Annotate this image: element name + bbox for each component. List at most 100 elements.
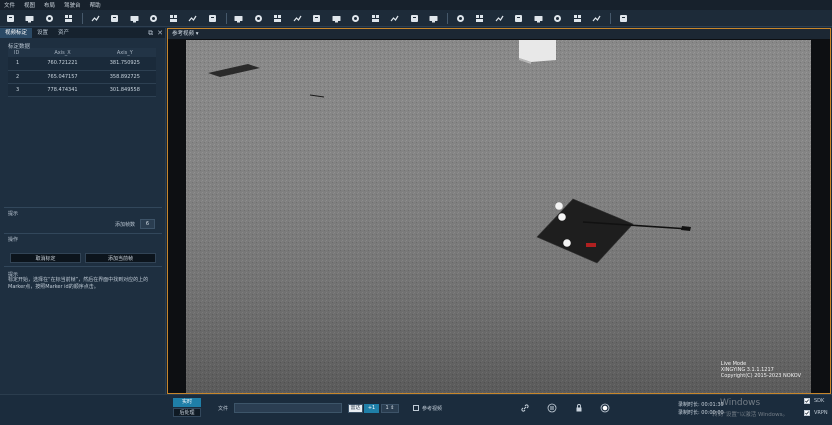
film-icon[interactable] <box>167 12 179 24</box>
list-icon[interactable] <box>617 12 629 24</box>
window-icon[interactable] <box>389 12 401 24</box>
table-header-row: ID Axis_X Axis_Y <box>8 48 156 57</box>
device-icon[interactable] <box>148 12 160 24</box>
record-icon[interactable] <box>474 12 486 24</box>
globe-icon[interactable] <box>493 12 505 24</box>
toolbar-separator <box>610 12 611 24</box>
window-icon[interactable] <box>272 12 284 24</box>
toolbar <box>0 10 832 27</box>
operations-title: 操作 <box>8 237 19 243</box>
reference-video-dropdown[interactable]: 参考视频 ▾ <box>168 29 830 39</box>
vrpn-checkbox[interactable] <box>804 410 810 416</box>
save-as-icon[interactable] <box>63 12 75 24</box>
menu-help[interactable]: 帮助 <box>90 1 101 9</box>
menu-layout[interactable]: 布局 <box>44 1 55 9</box>
stack-icon[interactable] <box>206 12 218 24</box>
cell-axis-y: 301.849558 <box>93 83 156 97</box>
folder-icon[interactable] <box>591 12 603 24</box>
cell-axis-y: 358.892725 <box>93 70 156 84</box>
divider <box>4 266 162 267</box>
link-icon[interactable] <box>520 403 530 413</box>
calibration-table: ID Axis_X Axis_Y 1 760.721221 381.750925… <box>8 48 156 97</box>
sdk-label: SDK <box>814 398 825 404</box>
calibration-data-title: 标定数据 <box>8 44 31 50</box>
window-icon[interactable] <box>311 12 323 24</box>
open-file-icon[interactable] <box>24 12 36 24</box>
window-icon[interactable] <box>428 12 440 24</box>
toolbar-separator <box>447 12 448 24</box>
monitor-icon[interactable] <box>233 12 245 24</box>
cell-id: 2 <box>8 70 32 84</box>
cell-id: 3 <box>8 83 32 97</box>
bar-chart-icon[interactable] <box>552 12 564 24</box>
add-current-frame-button[interactable]: 添加当前帧 <box>85 253 156 263</box>
reference-video-checkbox[interactable] <box>413 405 419 411</box>
record-button[interactable]: 雷达 <box>348 404 363 413</box>
table-row[interactable]: 1 760.721221 381.750925 <box>8 57 156 71</box>
lock-icon[interactable] <box>574 403 584 413</box>
col-axis-x: Axis_X <box>31 48 94 57</box>
table-row[interactable]: 2 765.047157 358.892725 <box>8 70 156 84</box>
frame-value: 1 <box>385 405 389 411</box>
live-mode-watermark: Live Mode XINGYING 3.1.1.1217 Copyright(… <box>721 361 801 379</box>
save-icon[interactable] <box>43 12 55 24</box>
vrpn-label: VRPN <box>814 410 828 416</box>
tab-assets[interactable]: 资产 <box>53 28 74 38</box>
video-viewer: 参考视频 ▾ Live Mode XINGYING 3.1.1.1217 Cop… <box>167 28 831 394</box>
sdk-checkbox[interactable] <box>804 398 810 404</box>
record-icon[interactable] <box>600 403 610 413</box>
window-icon[interactable] <box>291 12 303 24</box>
tab-video-calibration[interactable]: 视频标定 <box>0 28 33 38</box>
add-frames-input[interactable]: 6 <box>140 219 155 229</box>
camera-icon[interactable] <box>128 12 140 24</box>
menu-file[interactable]: 文件 <box>4 1 15 9</box>
frame-stepper[interactable]: 1 ⇕ <box>381 404 399 413</box>
left-panel: 视频标定 设置 资产 ⧉ ✕ 标定数据 ID Axis_X Axis_Y 1 7… <box>0 28 166 394</box>
divider <box>4 207 162 208</box>
postprocess-button[interactable]: 后处理 <box>173 408 201 417</box>
menu-view[interactable]: 视图 <box>24 1 35 9</box>
video-image <box>186 40 811 393</box>
pause-icon[interactable] <box>547 403 557 413</box>
record-time: 录制时长: 00:01:30 <box>678 401 724 408</box>
layers-icon[interactable] <box>187 12 199 24</box>
check-icon <box>805 411 809 415</box>
undock-icon[interactable]: ⧉ <box>148 29 153 37</box>
step-button[interactable]: +1 <box>364 404 379 413</box>
stepper-arrows-icon[interactable]: ⇕ <box>390 405 394 411</box>
hint-text: 标定开始，选择在“在标当前帧”，然后在界面中找到对应的上的Marker点，按照M… <box>8 277 149 290</box>
toolbar-separator <box>225 12 227 24</box>
window-icon[interactable] <box>330 12 342 24</box>
tips-title: 提示 <box>8 211 19 217</box>
graph-icon[interactable] <box>532 12 544 24</box>
close-icon[interactable]: ✕ <box>157 29 163 37</box>
cell-axis-x: 778.474341 <box>31 83 94 97</box>
window-icon[interactable] <box>408 12 420 24</box>
windows-activation-text: 转到“设置”以激活 Windows。 <box>712 412 788 418</box>
table-row[interactable]: 3 778.474341 301.849558 <box>8 83 156 97</box>
divider <box>4 233 162 234</box>
file-path-input[interactable] <box>234 403 342 413</box>
tab-settings[interactable]: 设置 <box>32 28 53 38</box>
cell-id: 1 <box>8 57 32 71</box>
window-icon[interactable] <box>350 12 362 24</box>
record-time-label: 录制时长: <box>678 402 700 408</box>
cell-axis-x: 760.721221 <box>31 57 94 71</box>
cancel-calibration-button[interactable]: 取消标定 <box>10 253 81 263</box>
menu-cockpit[interactable]: 驾驶台 <box>64 1 81 9</box>
camera-icon[interactable] <box>454 12 466 24</box>
panel-controls: ⧉ ✕ <box>148 29 163 37</box>
map-pin-icon[interactable] <box>571 12 583 24</box>
window-icon[interactable] <box>369 12 381 24</box>
panel-tabs: 视频标定 设置 资产 ⧉ ✕ <box>0 28 165 38</box>
video-frame[interactable]: Live Mode XINGYING 3.1.1.1217 Copyright(… <box>186 40 811 393</box>
link-icon[interactable] <box>89 12 101 24</box>
realtime-button[interactable]: 实时 <box>173 398 201 407</box>
gauge-icon[interactable] <box>513 12 525 24</box>
file-label: 文件 <box>218 406 229 412</box>
export-icon[interactable] <box>109 12 121 24</box>
cell-axis-x: 765.047157 <box>31 70 94 84</box>
new-file-icon[interactable] <box>4 12 16 24</box>
toolbar-separator <box>82 12 83 24</box>
settings-icon[interactable] <box>252 12 264 24</box>
